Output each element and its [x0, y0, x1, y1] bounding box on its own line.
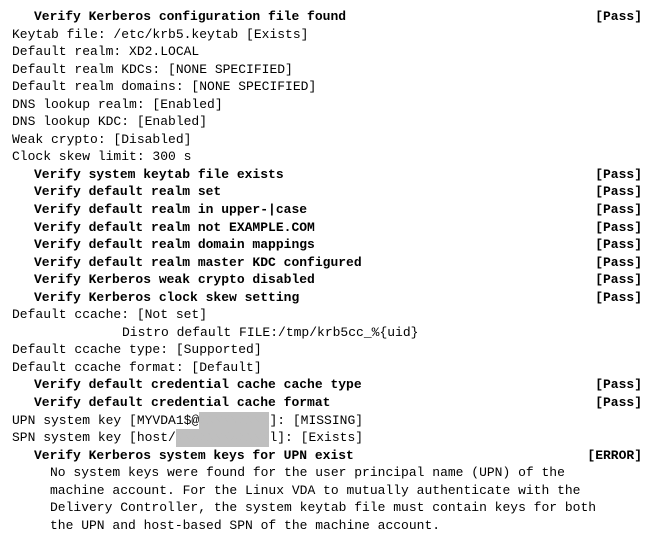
- info-ccache-format: Default ccache format: [Default]: [12, 359, 642, 377]
- check-label: Verify default credential cache format: [12, 394, 330, 412]
- check-realm-not-example: Verify default realm not EXAMPLE.COM [Pa…: [12, 219, 642, 237]
- check-realm-domain-map: Verify default realm domain mappings [Pa…: [12, 236, 642, 254]
- info-keytab-file: Keytab file: /etc/krb5.keytab [Exists]: [12, 26, 642, 44]
- upn-pre: UPN system key [MYVDA1$@: [12, 413, 199, 428]
- info-distro-default: Distro default FILE:/tmp/krb5cc_%{uid}: [12, 324, 642, 342]
- error-message: No system keys were found for the user p…: [12, 464, 610, 534]
- spn-pre: SPN system key [host/: [12, 430, 176, 445]
- check-label: Verify default realm in upper-|case: [12, 201, 307, 219]
- check-label: Verify Kerberos weak crypto disabled: [12, 271, 315, 289]
- check-ccache-type: Verify default credential cache cache ty…: [12, 376, 642, 394]
- check-keytab-exists: Verify system keytab file exists [Pass]: [12, 166, 642, 184]
- info-default-realm: Default realm: XD2.LOCAL: [12, 43, 642, 61]
- upn-post: ]: [MISSING]: [269, 413, 363, 428]
- check-label: Verify default realm master KDC configur…: [12, 254, 362, 272]
- check-label: Verify default realm set: [12, 183, 221, 201]
- check-realm-upper: Verify default realm in upper-|case [Pas…: [12, 201, 642, 219]
- check-ccache-format: Verify default credential cache format […: [12, 394, 642, 412]
- check-weak-crypto-disabled: Verify Kerberos weak crypto disabled [Pa…: [12, 271, 642, 289]
- spn-post: l]: [Exists]: [269, 430, 363, 445]
- status-badge: [Pass]: [579, 289, 642, 307]
- check-label: Verify default credential cache cache ty…: [12, 376, 362, 394]
- status-badge: [Pass]: [579, 183, 642, 201]
- check-label: Verify Kerberos system keys for UPN exis…: [12, 447, 354, 465]
- redacted-text: XXXXXXXXXXXX: [176, 429, 270, 447]
- status-badge: [Pass]: [579, 201, 642, 219]
- redacted-text: XXXXXXXXX: [199, 412, 269, 430]
- check-label: Verify Kerberos clock skew setting: [12, 289, 299, 307]
- check-upn-keys: Verify Kerberos system keys for UPN exis…: [12, 447, 642, 465]
- check-label: Verify Kerberos configuration file found: [12, 8, 346, 26]
- check-clock-skew: Verify Kerberos clock skew setting [Pass…: [12, 289, 642, 307]
- info-dns-kdc: DNS lookup KDC: [Enabled]: [12, 113, 642, 131]
- status-badge: [Pass]: [579, 166, 642, 184]
- info-ccache-type: Default ccache type: [Supported]: [12, 341, 642, 359]
- info-default-ccache: Default ccache: [Not set]: [12, 306, 642, 324]
- status-badge: [Pass]: [579, 271, 642, 289]
- info-spn-key: SPN system key [host/XXXXXXXXXXXXl]: [Ex…: [12, 429, 642, 447]
- status-badge: [Pass]: [579, 376, 642, 394]
- check-label: Verify default realm not EXAMPLE.COM: [12, 219, 315, 237]
- info-dns-realm: DNS lookup realm: [Enabled]: [12, 96, 642, 114]
- check-label: Verify default realm domain mappings: [12, 236, 315, 254]
- check-realm-set: Verify default realm set [Pass]: [12, 183, 642, 201]
- check-realm-master-kdc: Verify default realm master KDC configur…: [12, 254, 642, 272]
- status-badge: [Pass]: [579, 219, 642, 237]
- status-badge: [Pass]: [579, 8, 642, 26]
- info-clock-skew: Clock skew limit: 300 s: [12, 148, 642, 166]
- check-krb-conf-found: Verify Kerberos configuration file found…: [12, 8, 642, 26]
- status-badge: [Pass]: [579, 254, 642, 272]
- status-badge: [Pass]: [579, 236, 642, 254]
- status-badge: [Pass]: [579, 394, 642, 412]
- info-realm-domains: Default realm domains: [NONE SPECIFIED]: [12, 78, 642, 96]
- check-label: Verify system keytab file exists: [12, 166, 284, 184]
- info-realm-kdcs: Default realm KDCs: [NONE SPECIFIED]: [12, 61, 642, 79]
- info-weak-crypto: Weak crypto: [Disabled]: [12, 131, 642, 149]
- info-upn-key: UPN system key [MYVDA1$@XXXXXXXXX]: [MIS…: [12, 412, 642, 430]
- status-badge: [ERROR]: [571, 447, 642, 465]
